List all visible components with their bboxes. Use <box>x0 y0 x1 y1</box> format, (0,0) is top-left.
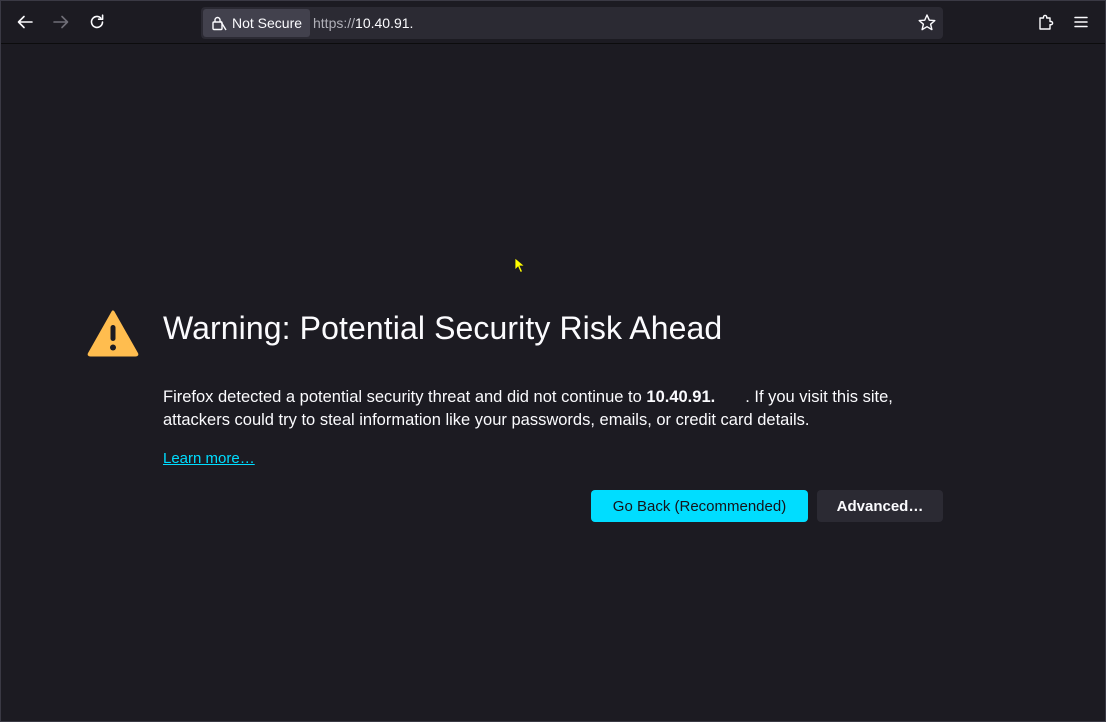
url-host: 10.40.91. <box>355 15 414 31</box>
reload-icon <box>90 14 104 29</box>
star-icon[interactable] <box>917 13 937 33</box>
menu-button[interactable] <box>1066 7 1096 37</box>
blocked-host: 10.40.91. <box>646 388 716 406</box>
forward-button[interactable] <box>46 7 76 37</box>
go-back-button[interactable]: Go Back (Recommended) <box>591 490 808 522</box>
reload-button[interactable] <box>82 7 112 37</box>
error-page: Warning: Potential Security Risk Ahead F… <box>1 44 1105 721</box>
navigation-toolbar: Not Secure https://10.40.91. <box>1 1 1105 44</box>
learn-more-link[interactable]: Learn more… <box>163 450 255 467</box>
puzzle-icon <box>1039 14 1054 30</box>
arrow-left-icon <box>17 15 33 29</box>
lock-warning-icon <box>212 16 227 31</box>
advanced-button[interactable]: Advanced… <box>817 490 943 522</box>
extensions-button[interactable] <box>1031 7 1061 37</box>
error-description: Firefox detected a potential security th… <box>163 386 953 432</box>
not-secure-indicator[interactable]: Not Secure <box>203 9 311 37</box>
hamburger-menu-icon <box>1074 16 1088 28</box>
warning-triangle-icon <box>87 310 139 357</box>
url-text[interactable]: https://10.40.91. <box>313 15 413 31</box>
browser-window: Not Secure https://10.40.91. Warning: Po… <box>0 0 1106 722</box>
back-button[interactable] <box>10 7 40 37</box>
url-bar[interactable]: Not Secure https://10.40.91. <box>201 7 943 39</box>
not-secure-label: Not Secure <box>232 15 303 31</box>
page-title: Warning: Potential Security Risk Ahead <box>163 310 723 346</box>
description-text-start: Firefox detected a potential security th… <box>163 388 647 406</box>
mouse-pointer-icon <box>514 257 526 274</box>
url-scheme: https:// <box>313 15 356 31</box>
arrow-right-icon <box>53 15 69 29</box>
